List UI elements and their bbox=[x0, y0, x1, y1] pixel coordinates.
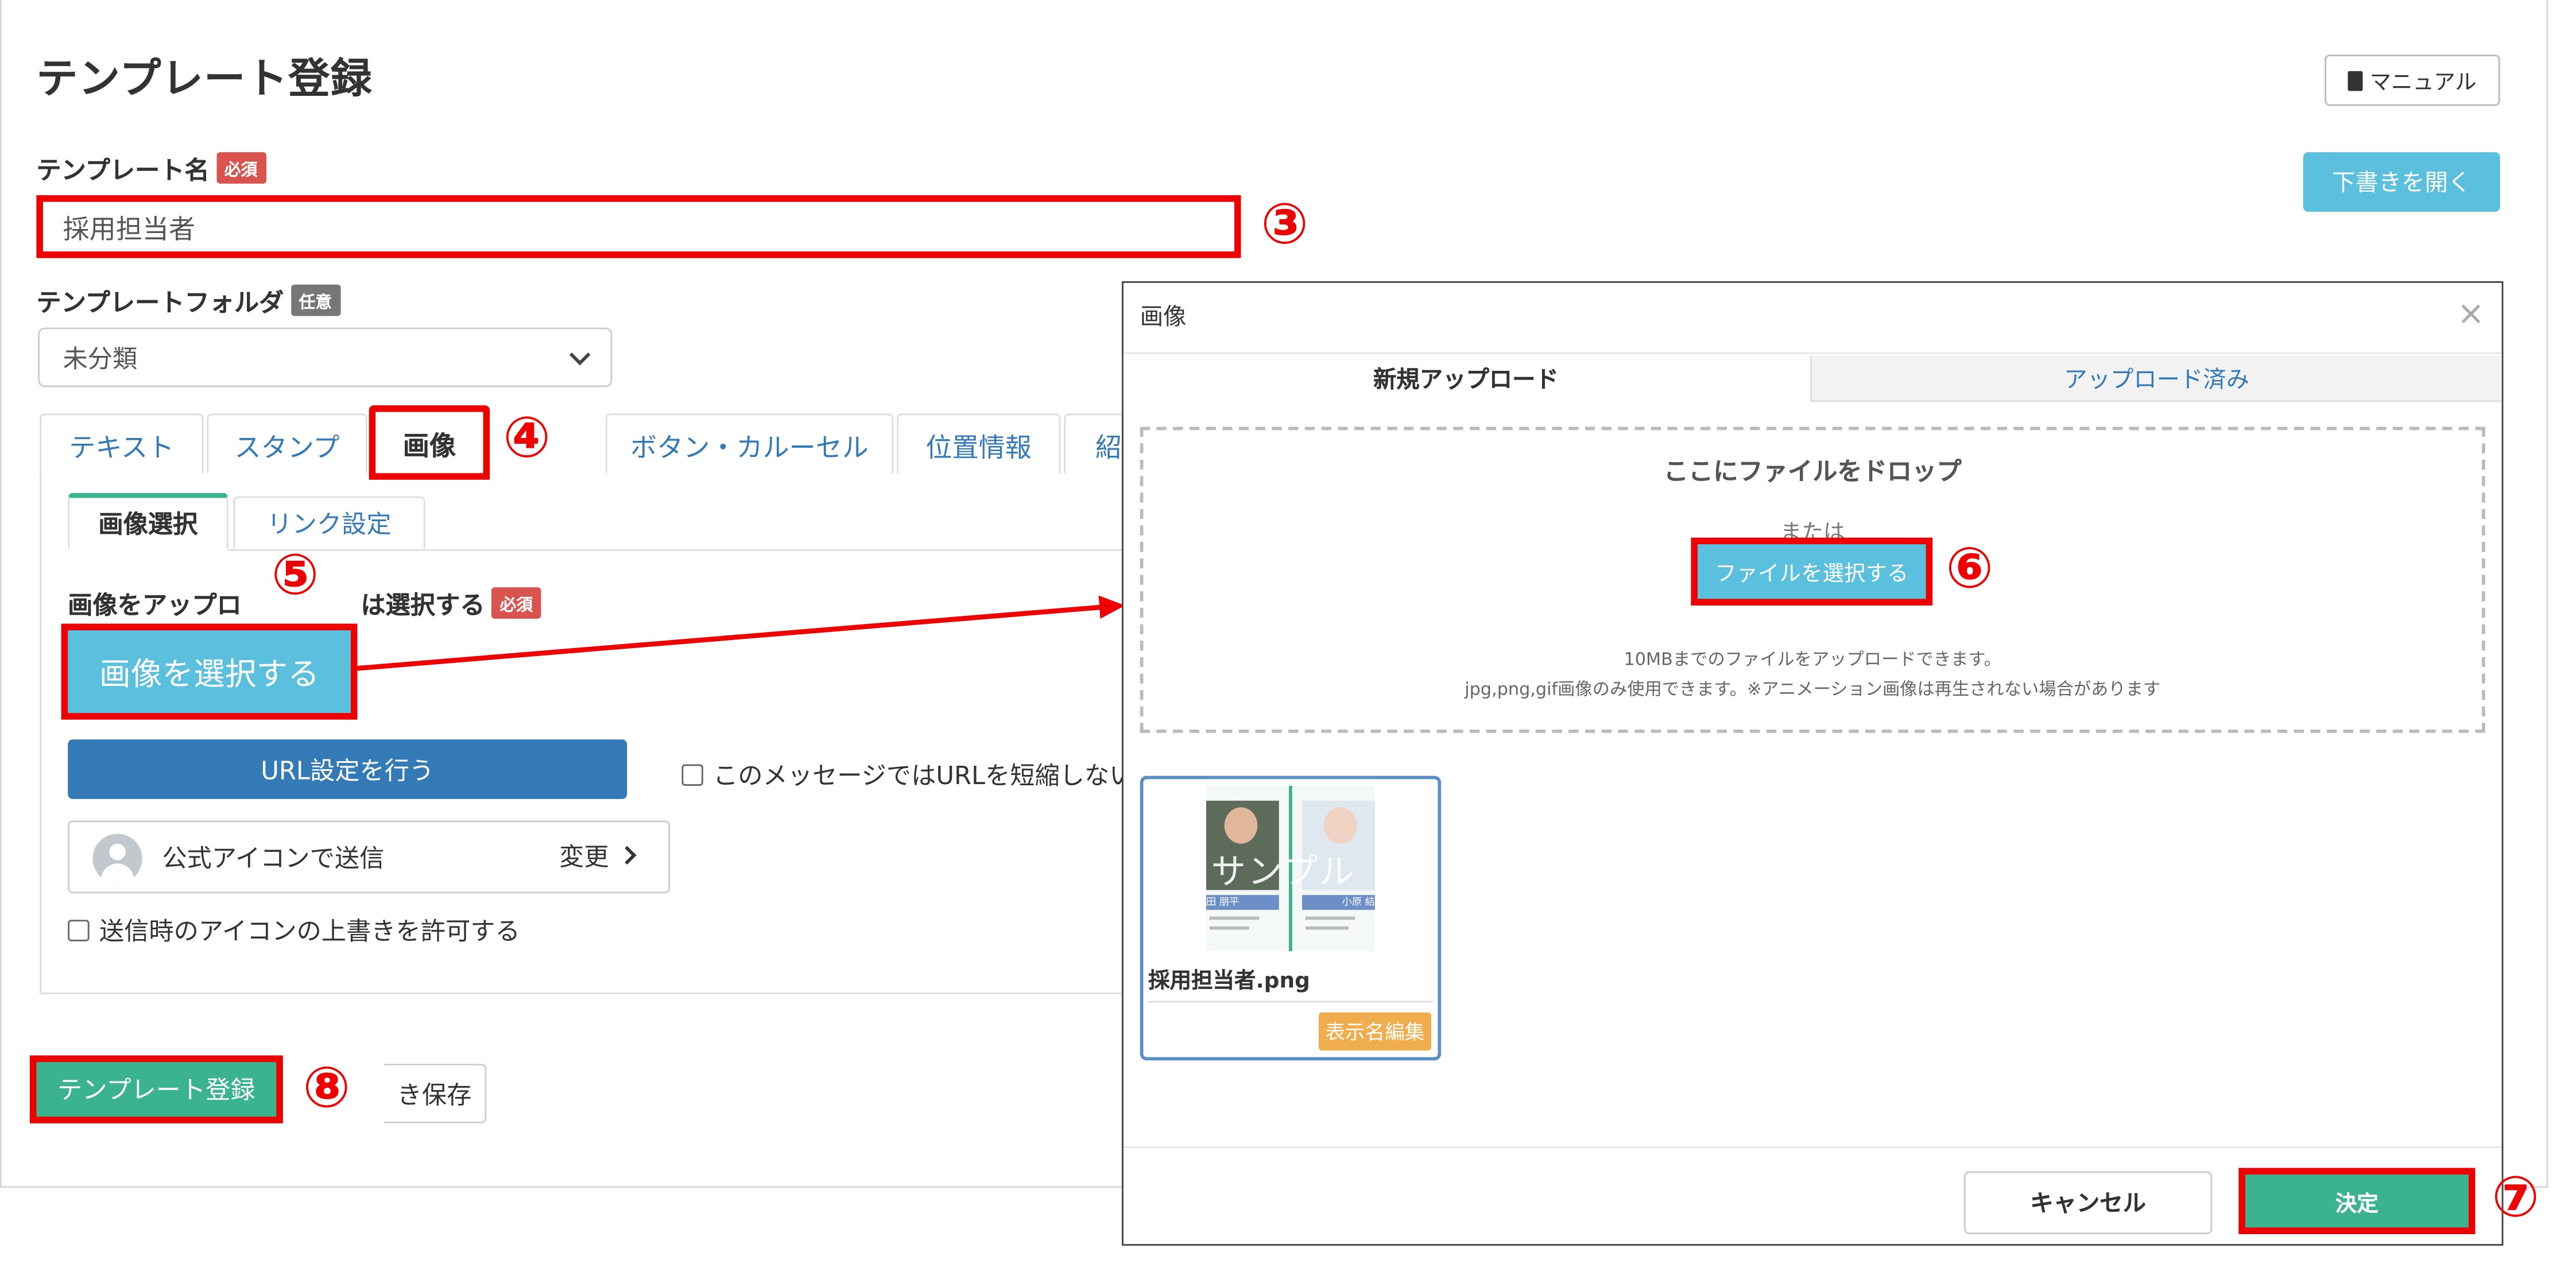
modal-title: 画像 bbox=[1140, 304, 1187, 331]
step-6-marker: ⑥ bbox=[1946, 536, 1994, 603]
confirm-button[interactable]: 決定 bbox=[2238, 1168, 2476, 1234]
thumbnail-text-line bbox=[1209, 926, 1249, 930]
step-7-marker: ⑦ bbox=[2492, 1164, 2540, 1231]
uploaded-file-name: 採用担当者.png bbox=[1148, 969, 1311, 995]
thumbnail-text-line bbox=[1305, 916, 1355, 920]
close-icon[interactable]: × bbox=[2457, 293, 2485, 332]
uploaded-image-card[interactable]: 田 朋平 小原 結 サンプル 採用担当者.png 表示名編集 bbox=[1140, 775, 1442, 1061]
flow-arrow-line bbox=[357, 604, 1102, 671]
thumbnail-face-left bbox=[1224, 807, 1258, 844]
flow-arrow-head bbox=[1098, 595, 1125, 619]
image-upload-modal: 画像 × 新規アップロード アップロード済み ここにファイルをドロップ または … bbox=[1121, 281, 2504, 1246]
thumbnail-text-line bbox=[1209, 916, 1260, 920]
screen: テンプレート登録 マニュアル 下書きを開く テンプレート名 必須 採用担当者 ③ … bbox=[0, 0, 2576, 1267]
modal-header-divider bbox=[1123, 352, 2502, 354]
thumbnail-text-line bbox=[1305, 926, 1349, 930]
upload-note-line1: 10MBまでのファイルをアップロードできます。 bbox=[1624, 650, 2001, 670]
thumbnail-face-right bbox=[1323, 807, 1357, 844]
modal-tab-uploaded[interactable]: アップロード済み bbox=[1810, 355, 2502, 402]
choose-file-button[interactable]: ファイルを選択する bbox=[1691, 537, 1933, 606]
modal-footer-divider bbox=[1123, 1146, 2502, 1149]
image-thumbnail: 田 朋平 小原 結 サンプル bbox=[1206, 785, 1375, 952]
modal-tab-new-upload[interactable]: 新規アップロード bbox=[1123, 355, 1809, 402]
thumbnail-watermark: サンプル bbox=[1211, 852, 1356, 892]
thumbnail-name-bar-left: 田 朋平 bbox=[1206, 895, 1279, 910]
edit-display-name-button[interactable]: 表示名編集 bbox=[1318, 1012, 1431, 1051]
cancel-button[interactable]: キャンセル bbox=[1963, 1171, 2213, 1234]
drop-title: ここにファイルをドロップ bbox=[1663, 456, 1962, 487]
card-divider bbox=[1148, 1001, 1433, 1003]
thumbnail-name-bar-right: 小原 結 bbox=[1302, 895, 1375, 910]
upload-note-line2: jpg,png,gif画像のみ使用できます。※アニメーション画像は再生されない場… bbox=[1465, 680, 2161, 700]
